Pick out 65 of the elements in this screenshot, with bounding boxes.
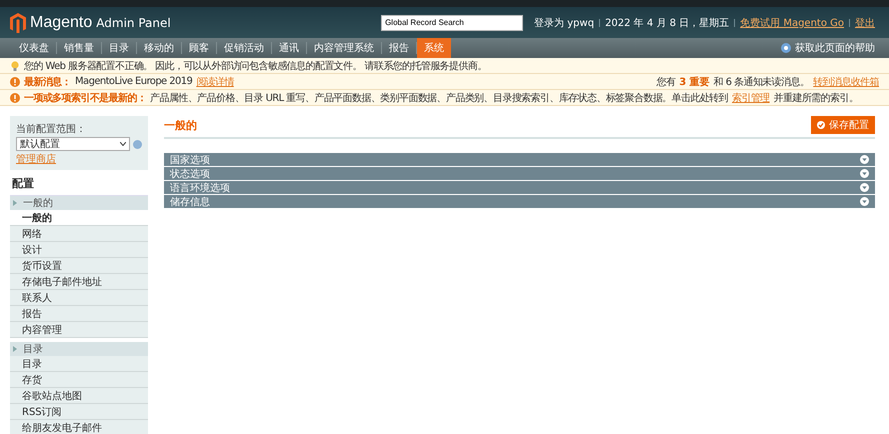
sidebar-item[interactable]: 给朋友发电子邮件 xyxy=(10,420,148,434)
notice-label: 最新消息： xyxy=(24,75,72,88)
sidebar-item[interactable]: 货币设置 xyxy=(10,258,148,274)
logo-icon xyxy=(10,12,26,32)
expand-icon xyxy=(860,169,869,178)
sidebar-item[interactable]: 联系人 xyxy=(10,290,148,306)
section-header[interactable]: 语言环境选项 xyxy=(164,181,875,194)
expand-icon xyxy=(860,155,869,164)
nav-tab[interactable]: 移动的 xyxy=(137,38,181,58)
sidebar-item[interactable]: 报告 xyxy=(10,306,148,322)
expand-arrow-icon xyxy=(13,200,17,206)
sidebar-item[interactable]: 谷歌站点地图 xyxy=(10,388,148,404)
lightbulb-icon xyxy=(10,60,20,70)
notice-link[interactable]: 索引管理 xyxy=(732,90,770,104)
sidebar-item[interactable]: 内容管理 xyxy=(10,322,148,338)
notice-text: 您的 Web 服务器配置不正确。 因此，可以从外部访问包含敏感信息的配置文件。 请联系您的托管服务提供商。 xyxy=(24,60,487,72)
group-header[interactable]: 目录 xyxy=(10,342,148,356)
inbox-link[interactable]: 转到消息收件箱 xyxy=(813,74,879,88)
nav-tab[interactable]: 顾客 xyxy=(182,38,216,58)
nav-tab[interactable]: 促销活动 xyxy=(217,38,271,58)
warning-icon xyxy=(10,92,20,102)
important-count: 3 重要 xyxy=(679,76,710,88)
caret-icon xyxy=(120,142,126,146)
sidebar-item[interactable]: 目录 xyxy=(10,356,148,372)
nav-tab[interactable]: 目录 xyxy=(102,38,136,58)
logo-subtitle: Admin Panel xyxy=(96,16,171,30)
scope-label: 当前配置范围： xyxy=(16,122,87,136)
notice-text: 并重建所需的索引。 xyxy=(774,92,858,104)
sidebar-item[interactable]: RSS订阅 xyxy=(10,404,148,420)
search-field[interactable]: Global Record Search xyxy=(381,14,524,30)
expand-icon xyxy=(860,183,869,192)
notice-label: 一项或多项索引不是最新的： xyxy=(24,91,146,104)
nav-tab[interactable]: 系统 xyxy=(417,38,451,58)
notice-text: 产品属性、产品价格、目录 URL 重写、产品平面数据、类别平面数据、产品类别、目录搜索索引、库存状态、标签聚合数据。单击此处转到 xyxy=(150,92,728,104)
page-title: 一般的 xyxy=(164,118,197,132)
notice-text: MagentoLive Europe 2019 xyxy=(75,76,192,87)
sidebar-item[interactable]: 存货 xyxy=(10,372,148,388)
notice-link[interactable]: 阅读详情 xyxy=(196,74,234,88)
expand-icon xyxy=(860,197,869,206)
help-link[interactable]: 获取此页面的帮助 xyxy=(795,41,875,55)
section-header[interactable]: 储存信息 xyxy=(164,195,875,208)
group-header[interactable]: 一般的 xyxy=(10,196,148,210)
logo-text: Magento xyxy=(30,14,92,32)
warning-icon xyxy=(10,76,20,86)
checkmark-icon xyxy=(817,121,825,129)
sidebar-item[interactable]: 设计 xyxy=(10,242,148,258)
nav-tab[interactable]: 仪表盘 xyxy=(12,38,56,58)
scope-select[interactable]: 默认配置 xyxy=(16,137,130,151)
sidebar-item[interactable]: 网络 xyxy=(10,226,148,242)
user-label: 登录为 ypwq xyxy=(534,16,594,30)
nav-tab[interactable]: 通讯 xyxy=(272,38,306,58)
unread-text: 和 6 条通知未读消息。 xyxy=(714,76,810,88)
header-link[interactable]: 登出 xyxy=(855,16,875,30)
sidebar-item[interactable]: 一般的 xyxy=(10,210,148,226)
save-button[interactable]: 保存配置 xyxy=(811,116,875,134)
sidebar-item[interactable]: 存储电子邮件地址 xyxy=(10,274,148,290)
unread-text: 您有 xyxy=(656,76,676,88)
date-label: 2022 年 4 月 8 日，星期五 xyxy=(605,16,730,30)
section-header[interactable]: 状态选项 xyxy=(164,167,875,180)
expand-arrow-icon xyxy=(13,346,17,352)
header-link[interactable]: 免费试用 Magento Go xyxy=(740,16,844,30)
nav-tab[interactable]: 内容管理系统 xyxy=(307,38,381,58)
nav-tab[interactable]: 销售量 xyxy=(57,38,101,58)
section-header[interactable]: 国家选项 xyxy=(164,153,875,166)
nav-tab[interactable]: 报告 xyxy=(382,38,416,58)
